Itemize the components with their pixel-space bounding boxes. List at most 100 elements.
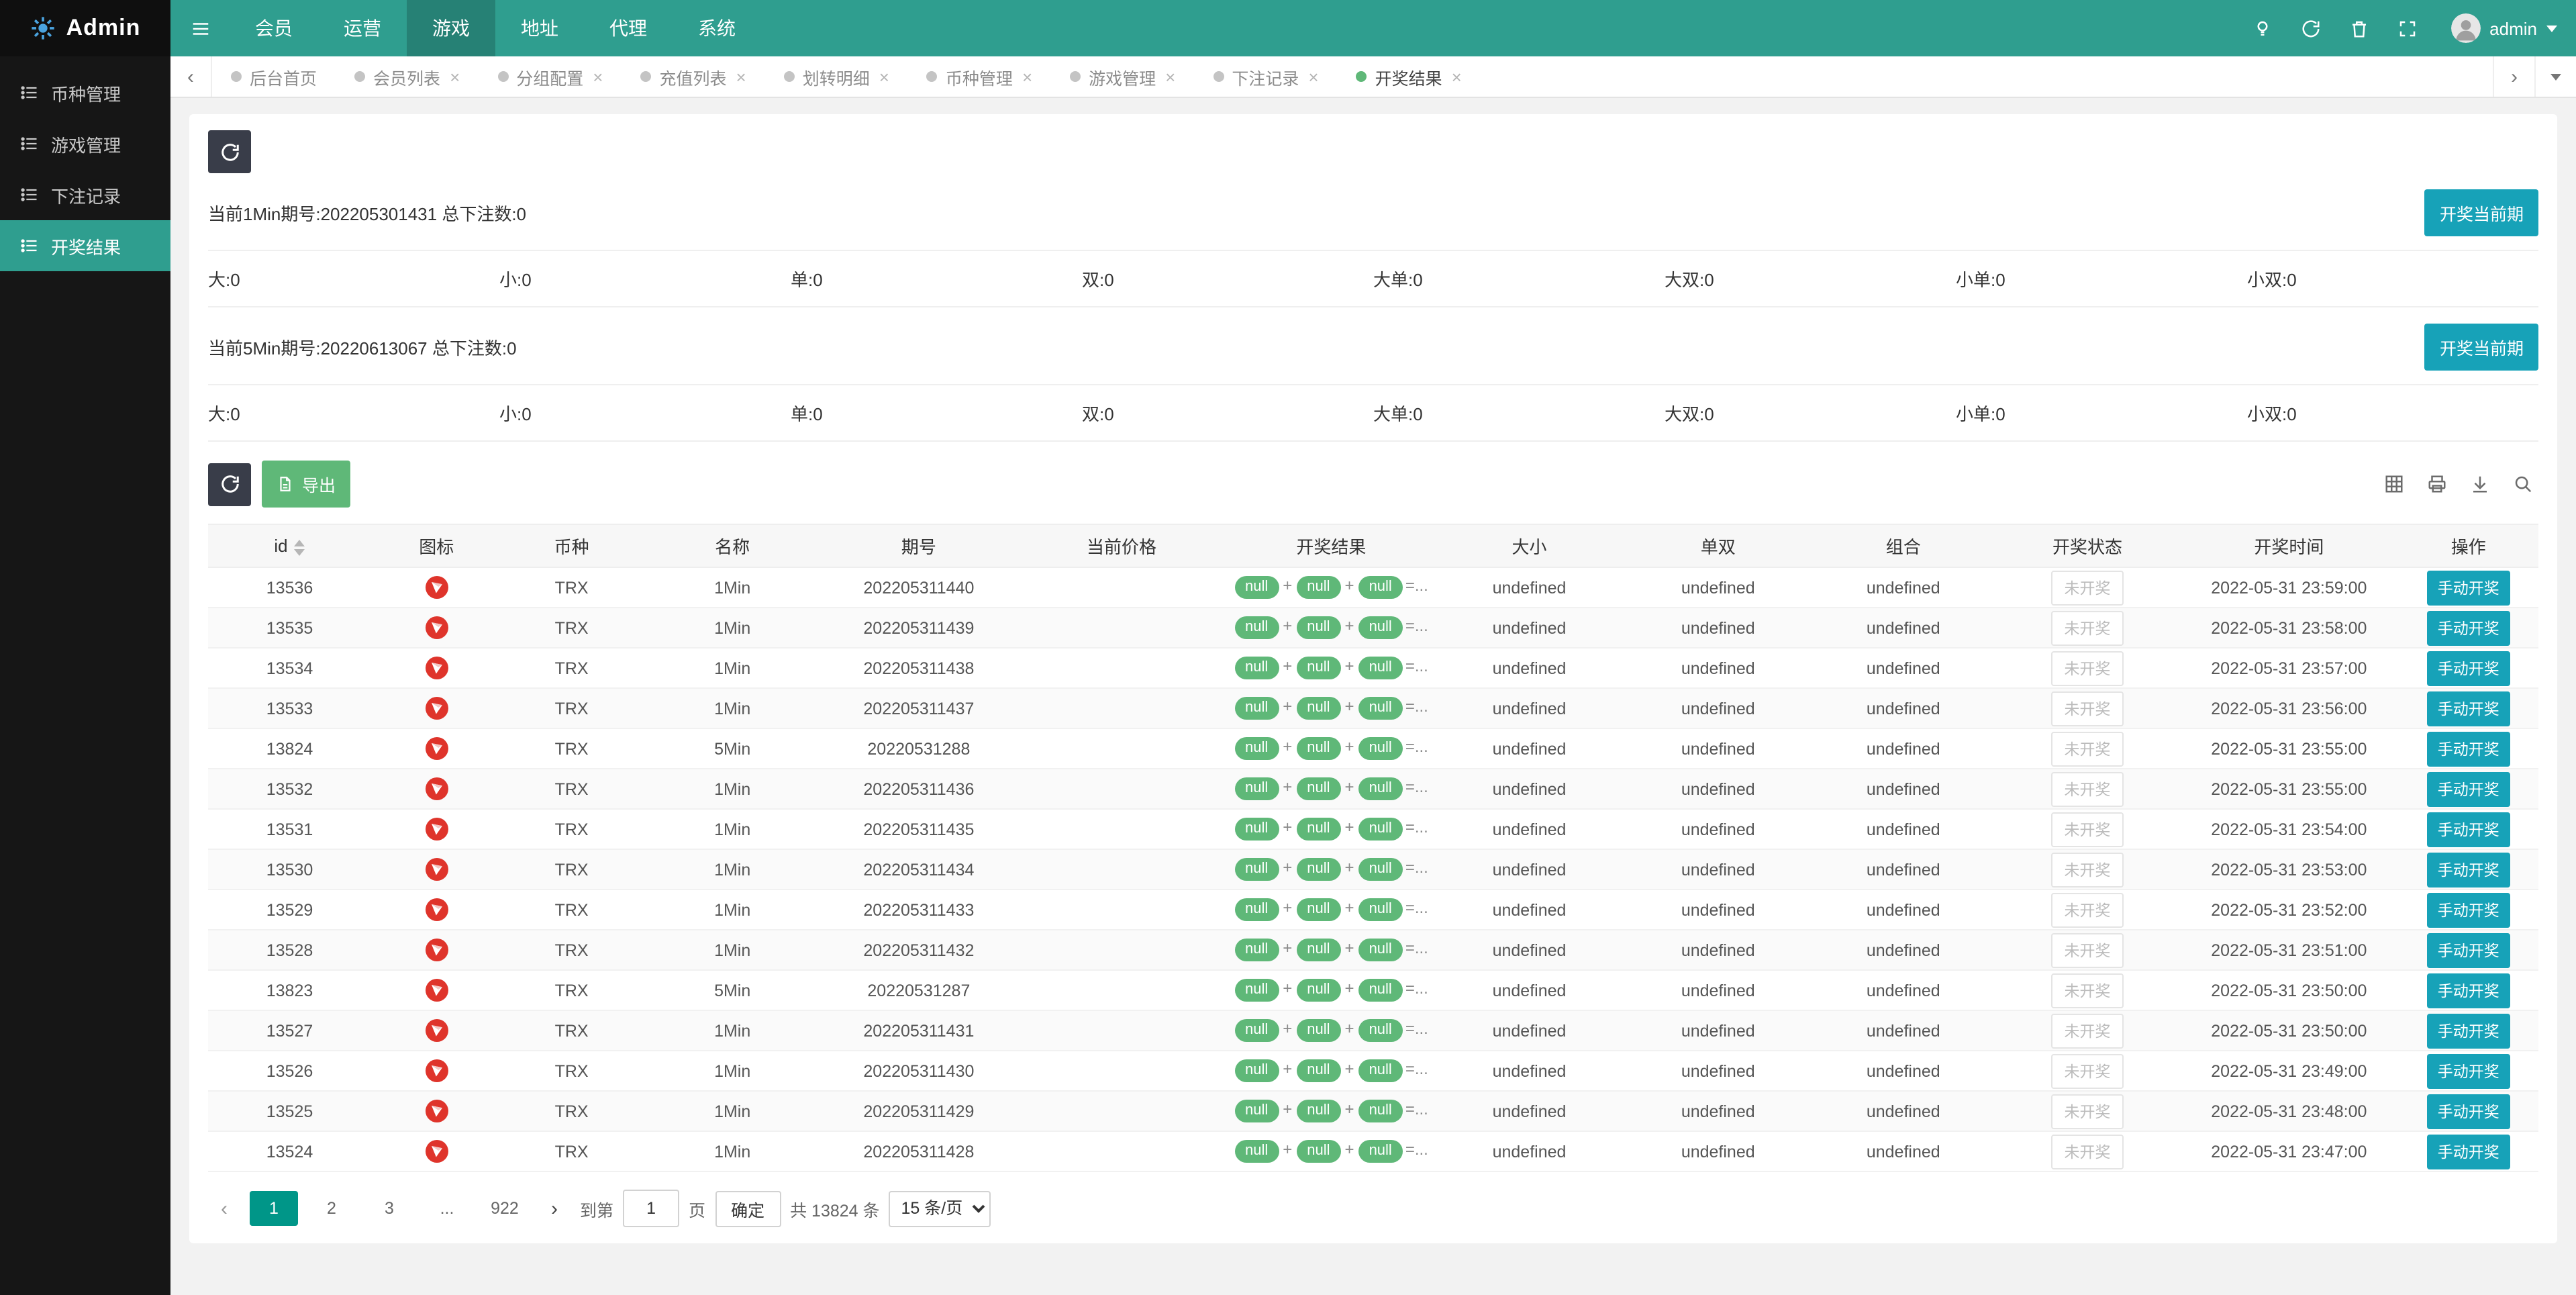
draw-current-period-button[interactable]: 开奖当前期 xyxy=(2424,189,2538,236)
tab[interactable]: 会员列表 × xyxy=(336,56,479,97)
avatar xyxy=(2450,13,2481,43)
page-button[interactable]: 922 xyxy=(481,1191,529,1226)
trx-coin-icon xyxy=(425,1059,448,1082)
print-icon[interactable] xyxy=(2427,474,2447,494)
manual-draw-button[interactable]: 手动开奖 xyxy=(2426,1053,2510,1088)
tab-close-icon[interactable]: × xyxy=(879,66,889,87)
cell-price xyxy=(1014,930,1229,971)
cell-name: 1Min xyxy=(641,567,824,608)
clear-cache-icon[interactable] xyxy=(2335,0,2383,56)
top-menu-item[interactable]: 运营 xyxy=(318,0,407,56)
search-icon[interactable] xyxy=(2513,474,2533,494)
plus-separator: + xyxy=(1344,858,1354,877)
result-pill: null xyxy=(1296,1059,1341,1083)
page-button[interactable]: 2 xyxy=(307,1191,356,1226)
user-menu[interactable]: admin xyxy=(2432,0,2576,56)
top-menu-item[interactable]: 地址 xyxy=(495,0,584,56)
tab-close-icon[interactable]: × xyxy=(450,66,460,87)
manual-draw-button[interactable]: 手动开奖 xyxy=(2426,731,2510,766)
cell-result: null + null + null =... xyxy=(1228,970,1434,1011)
tab-close-icon[interactable]: × xyxy=(1165,66,1175,87)
manual-draw-button[interactable]: 手动开奖 xyxy=(2426,570,2510,605)
jump-page-input[interactable] xyxy=(623,1190,680,1227)
page-button[interactable]: 1 xyxy=(250,1191,298,1226)
tab[interactable]: 下注记录 × xyxy=(1194,56,1337,97)
sidebar-item[interactable]: 下注记录 xyxy=(0,169,170,220)
manual-draw-button[interactable]: 手动开奖 xyxy=(2426,973,2510,1008)
result-pill: null xyxy=(1234,777,1279,801)
sidebar-item[interactable]: 币种管理 xyxy=(0,67,170,118)
manual-draw-button[interactable]: 手动开奖 xyxy=(2426,651,2510,685)
result-pill: null xyxy=(1358,938,1403,962)
result-pill: null xyxy=(1296,696,1341,720)
chevron-down-icon xyxy=(2546,25,2557,32)
column-label: 操作 xyxy=(2450,537,2486,557)
export-button[interactable]: 导出 xyxy=(262,461,351,508)
refresh-periods-button[interactable] xyxy=(208,130,251,173)
tab[interactable]: 分组配置 × xyxy=(479,56,622,97)
tabs-scroll-left-icon[interactable]: ‹ xyxy=(170,56,212,97)
draw-current-period-button[interactable]: 开奖当前期 xyxy=(2424,324,2538,371)
page-size-select[interactable]: 15 条/页 xyxy=(889,1190,991,1227)
top-menu-item[interactable]: 系统 xyxy=(673,0,761,56)
manual-draw-button[interactable]: 手动开奖 xyxy=(2426,892,2510,927)
theme-icon[interactable] xyxy=(2238,0,2287,56)
top-menu-item[interactable]: 游戏 xyxy=(407,0,495,56)
manual-draw-button[interactable]: 手动开奖 xyxy=(2426,1134,2510,1169)
plus-separator: + xyxy=(1344,1140,1354,1159)
tab-close-icon[interactable]: × xyxy=(593,66,603,87)
confirm-jump-button[interactable]: 确定 xyxy=(715,1190,781,1227)
cell-name: 1Min xyxy=(641,849,824,890)
top-menu-item[interactable]: 代理 xyxy=(584,0,673,56)
refresh-icon[interactable] xyxy=(2287,0,2335,56)
manual-draw-button[interactable]: 手动开奖 xyxy=(2426,1094,2510,1129)
manual-draw-button[interactable]: 手动开奖 xyxy=(2426,852,2510,887)
tabs-menu-icon[interactable] xyxy=(2534,56,2576,97)
cell-coin: TRX xyxy=(501,1131,642,1172)
tab[interactable]: 开奖结果 × xyxy=(1338,56,1481,97)
fullscreen-icon[interactable] xyxy=(2383,0,2432,56)
download-icon[interactable] xyxy=(2470,474,2490,494)
manual-draw-button[interactable]: 手动开奖 xyxy=(2426,610,2510,645)
plus-separator: + xyxy=(1283,939,1293,958)
tab-close-icon[interactable]: × xyxy=(1308,66,1318,87)
status-badge: 未开奖 xyxy=(2050,1134,2124,1169)
sidebar-item[interactable]: 游戏管理 xyxy=(0,118,170,169)
prev-page-icon[interactable]: ‹ xyxy=(208,1191,240,1226)
stat-value: 单:0 xyxy=(791,270,823,290)
tabs-scroll-right-icon[interactable]: › xyxy=(2493,56,2534,97)
sort-icon[interactable] xyxy=(294,539,305,556)
tab-label: 划转明细 xyxy=(802,69,870,88)
tab[interactable]: 划转明细 × xyxy=(765,56,908,97)
tab[interactable]: 游戏管理 × xyxy=(1051,56,1194,97)
next-page-icon[interactable]: › xyxy=(538,1191,571,1226)
trx-coin-icon xyxy=(425,616,448,639)
cell-result: null + null + null =... xyxy=(1228,890,1434,930)
cell-parity: undefined xyxy=(1624,809,1812,850)
manual-draw-button[interactable]: 手动开奖 xyxy=(2426,1013,2510,1048)
tab[interactable]: 后台首页 xyxy=(212,56,336,97)
tab[interactable]: 币种管理 × xyxy=(908,56,1051,97)
column-header: 操作 xyxy=(2398,524,2538,568)
tab-label: 开奖结果 xyxy=(1375,69,1442,88)
cell-combo: undefined xyxy=(1811,970,1995,1011)
tab[interactable]: 充值列表 × xyxy=(622,56,764,97)
filter-columns-icon[interactable] xyxy=(2384,474,2404,494)
manual-draw-button[interactable]: 手动开奖 xyxy=(2426,932,2510,967)
result-pill: null xyxy=(1296,1139,1341,1163)
top-menu-item[interactable]: 会员 xyxy=(230,0,318,56)
cell-result: null + null + null =... xyxy=(1228,567,1434,608)
manual-draw-button[interactable]: 手动开奖 xyxy=(2426,812,2510,847)
sidebar-menu: 币种管理 游戏管理 下注记录 开奖结果 xyxy=(0,56,170,271)
page-button[interactable]: 3 xyxy=(365,1191,413,1226)
menu-toggle-icon[interactable] xyxy=(170,0,230,56)
page-button[interactable]: ... xyxy=(423,1191,471,1226)
manual-draw-button[interactable]: 手动开奖 xyxy=(2426,771,2510,806)
tab-close-icon[interactable]: × xyxy=(1452,66,1462,87)
cell-icon xyxy=(371,769,502,810)
refresh-table-button[interactable] xyxy=(208,463,251,506)
manual-draw-button[interactable]: 手动开奖 xyxy=(2426,691,2510,726)
sidebar-item[interactable]: 开奖结果 xyxy=(0,220,170,271)
tab-close-icon[interactable]: × xyxy=(736,66,746,87)
tab-close-icon[interactable]: × xyxy=(1022,66,1032,87)
